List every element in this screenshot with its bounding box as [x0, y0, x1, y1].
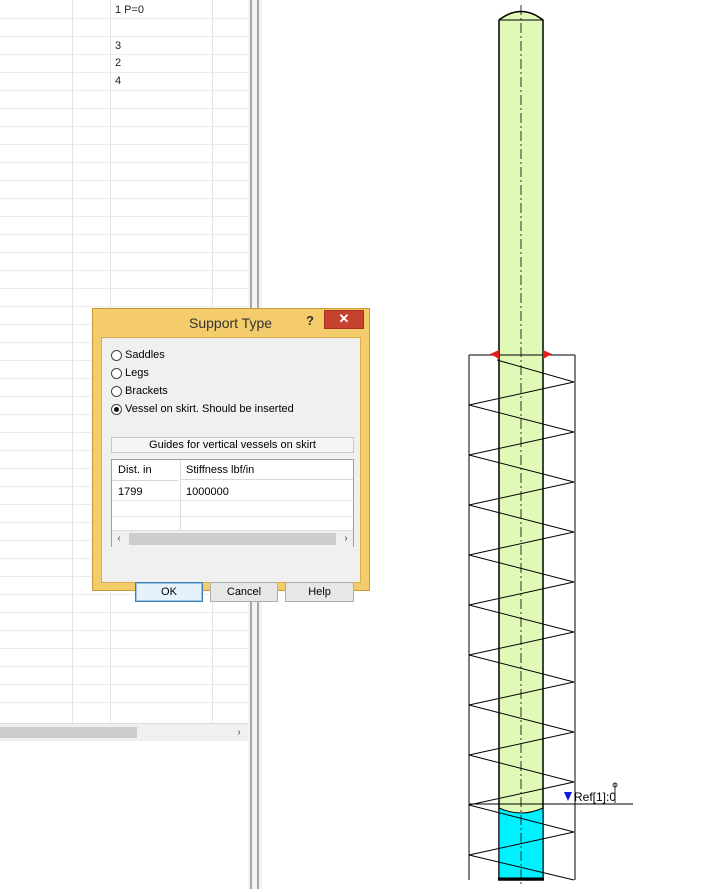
radio-legs[interactable]: Legs: [111, 365, 149, 381]
table-scroll-thumb[interactable]: [129, 533, 336, 545]
ref-label: Ref[1]:0: [574, 790, 616, 804]
grid-row-line: [0, 234, 248, 235]
row-line: [112, 516, 353, 517]
radio-button-icon[interactable]: [111, 385, 122, 397]
dialog-title: Support Type: [189, 315, 273, 331]
radio-label: Legs: [125, 367, 149, 379]
scroll-right-arrow[interactable]: ›: [339, 531, 353, 547]
radio-saddles[interactable]: Saddles: [111, 347, 165, 363]
radio-vessel-on-skirt[interactable]: Vessel on skirt. Should be inserted: [111, 401, 294, 417]
grid-row-line: [0, 288, 248, 289]
grid-scroll-thumb[interactable]: [0, 727, 137, 738]
grid-cell[interactable]: 4: [115, 75, 121, 87]
grid-row-line: [0, 612, 248, 613]
grid-horizontal-scrollbar[interactable]: ›: [0, 723, 248, 741]
grid-row-line: [0, 180, 248, 181]
support-type-dialog: Support Type ? ✕ Saddles Legs Brackets V…: [92, 308, 370, 602]
grid-row-line: [0, 648, 248, 649]
ref-marker-icon: [564, 792, 572, 801]
column-header-stiffness[interactable]: Stiffness lbf/in: [180, 460, 353, 480]
table-cell-dist[interactable]: 1799: [118, 483, 142, 501]
guides-group-header: Guides for vertical vessels on skirt: [111, 437, 354, 453]
grid-row-line: [0, 252, 248, 253]
grid-row-line: [0, 306, 248, 307]
table-cell-stiffness[interactable]: 1000000: [186, 483, 229, 501]
radio-button-icon[interactable]: [111, 367, 122, 379]
grid-row-line: [0, 126, 248, 127]
grid-row-line: [0, 270, 248, 271]
close-button[interactable]: ✕: [324, 310, 364, 329]
scroll-left-arrow[interactable]: ‹: [112, 531, 126, 547]
grid-row-line: [0, 630, 248, 631]
help-question-icon[interactable]: ?: [301, 312, 319, 330]
grid-row-line: [0, 108, 248, 109]
grid-row-line: [0, 72, 248, 73]
grid-row-line: [0, 18, 248, 19]
grid-row-line: [0, 702, 248, 703]
grid-scroll-right-arrow[interactable]: ›: [232, 724, 246, 741]
column-separator: [180, 460, 181, 531]
grid-row-line: [0, 198, 248, 199]
dialog-body: Saddles Legs Brackets Vessel on skirt. S…: [101, 337, 361, 602]
radio-label: Vessel on skirt. Should be inserted: [125, 403, 294, 415]
row-line: [112, 500, 353, 501]
guides-table[interactable]: Dist. in Stiffness lbf/in 1799 1000000 ‹…: [111, 459, 354, 547]
radio-button-icon[interactable]: [111, 349, 122, 361]
grid-row-line: [0, 684, 248, 685]
dialog-title-bar[interactable]: Support Type ? ✕: [93, 309, 369, 337]
guide-marker-left-icon: [490, 350, 499, 359]
grid-row-line: [0, 144, 248, 145]
radio-label: Brackets: [125, 385, 168, 397]
grid-row-line: [0, 36, 248, 37]
grid-row-line: [0, 162, 248, 163]
radio-button-checked-icon[interactable]: [111, 403, 122, 415]
cancel-button[interactable]: Cancel: [210, 582, 278, 602]
ok-button[interactable]: OK: [135, 582, 203, 602]
column-header-dist[interactable]: Dist. in: [118, 460, 178, 481]
grid-cell[interactable]: 2: [115, 57, 121, 69]
radio-label: Saddles: [125, 349, 165, 361]
grid-cell[interactable]: 3: [115, 40, 121, 52]
guide-marker-right-icon: [543, 350, 552, 359]
table-horizontal-scrollbar[interactable]: ‹ ›: [112, 530, 353, 547]
grid-row-line: [0, 90, 248, 91]
grid-cell[interactable]: 1 P=0: [115, 4, 144, 16]
help-button[interactable]: Help: [285, 582, 354, 602]
grid-row-line: [0, 666, 248, 667]
radio-brackets[interactable]: Brackets: [111, 383, 168, 399]
grid-row-line: [0, 216, 248, 217]
grid-row-line: [0, 54, 248, 55]
